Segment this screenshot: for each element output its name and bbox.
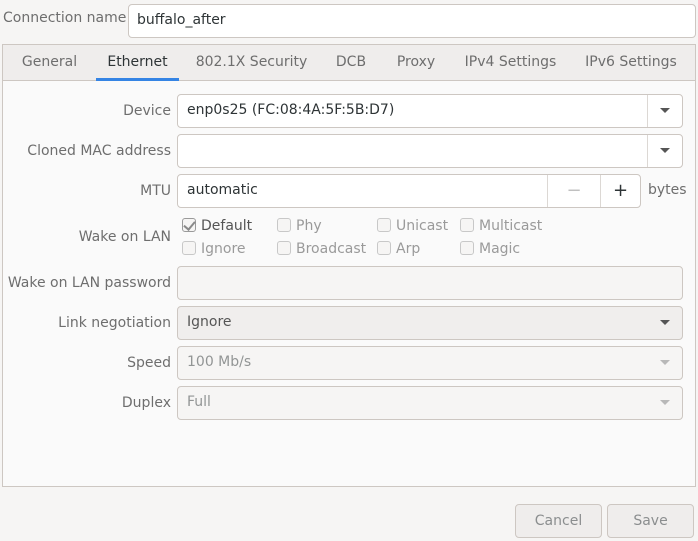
chevron-down-icon[interactable] xyxy=(660,360,670,365)
wol-unicast-label: Unicast xyxy=(396,218,449,234)
tab-ipv4-settings[interactable]: IPv4 Settings xyxy=(454,45,567,81)
wol-phy-label: Phy xyxy=(296,218,322,234)
tab-8021x-security[interactable]: 802.1X Security xyxy=(185,45,318,81)
checkbox-icon xyxy=(460,241,474,255)
checkbox-icon xyxy=(377,241,391,255)
chevron-down-icon[interactable] xyxy=(660,320,670,325)
device-combo[interactable]: enp0s25 (FC:08:4A:5F:5B:D7) xyxy=(177,94,683,128)
mtu-decrement-button[interactable]: − xyxy=(547,175,600,207)
device-value: enp0s25 (FC:08:4A:5F:5B:D7) xyxy=(187,102,395,118)
device-label: Device xyxy=(123,103,171,119)
wol-magic-checkbox[interactable]: Magic xyxy=(460,241,520,257)
wol-password-label: Wake on LAN password xyxy=(7,275,171,291)
combo-separator xyxy=(647,135,648,167)
wol-default-checkbox[interactable]: Default xyxy=(182,218,252,234)
checkbox-icon xyxy=(277,218,291,232)
checkbox-icon xyxy=(460,218,474,232)
tab-proxy[interactable]: Proxy xyxy=(384,45,448,81)
wol-arp-checkbox[interactable]: Arp xyxy=(377,241,420,257)
mtu-value[interactable]: automatic xyxy=(187,182,258,198)
link-negotiation-label: Link negotiation xyxy=(58,315,171,331)
wol-password-input[interactable] xyxy=(177,266,683,300)
mtu-spinbutton[interactable]: automatic − + xyxy=(177,174,641,208)
tab-general[interactable]: General xyxy=(3,45,96,81)
mtu-unit-label: bytes xyxy=(648,182,687,198)
tab-dcb[interactable]: DCB xyxy=(324,45,378,81)
speed-value: 100 Mb/s xyxy=(187,354,252,370)
speed-combo[interactable]: 100 Mb/s xyxy=(177,346,683,380)
wol-ignore-checkbox[interactable]: Ignore xyxy=(182,241,246,257)
speed-label: Speed xyxy=(127,355,171,371)
wol-default-label: Default xyxy=(201,218,253,234)
chevron-down-icon[interactable] xyxy=(660,148,670,153)
duplex-label: Duplex xyxy=(121,395,171,411)
combo-separator xyxy=(647,95,648,127)
chevron-down-icon[interactable] xyxy=(660,400,670,405)
checkbox-icon xyxy=(377,218,391,232)
wol-phy-checkbox[interactable]: Phy xyxy=(277,218,322,234)
wol-unicast-checkbox[interactable]: Unicast xyxy=(377,218,448,234)
chevron-down-icon[interactable] xyxy=(660,108,670,113)
checkbox-icon xyxy=(182,218,196,232)
wol-broadcast-checkbox[interactable]: Broadcast xyxy=(277,241,366,257)
wol-ignore-label: Ignore xyxy=(201,241,246,257)
cloned-mac-combo[interactable] xyxy=(177,134,683,168)
cloned-mac-label: Cloned MAC address xyxy=(27,143,171,159)
wol-broadcast-label: Broadcast xyxy=(296,241,367,257)
connection-name-input[interactable]: buffalo_after xyxy=(128,4,696,38)
duplex-combo[interactable]: Full xyxy=(177,386,683,420)
tab-ipv6-settings[interactable]: IPv6 Settings xyxy=(573,45,689,81)
mtu-label: MTU xyxy=(140,183,171,199)
wake-on-lan-label: Wake on LAN xyxy=(78,229,171,245)
wol-magic-label: Magic xyxy=(479,241,521,257)
connection-name-label: Connection name xyxy=(3,10,127,26)
wol-multicast-checkbox[interactable]: Multicast xyxy=(460,218,542,234)
checkbox-icon xyxy=(277,241,291,255)
cancel-button[interactable]: Cancel xyxy=(515,504,602,538)
checkbox-icon xyxy=(182,241,196,255)
mtu-increment-button[interactable]: + xyxy=(600,175,640,207)
tab-ethernet[interactable]: Ethernet xyxy=(96,45,179,81)
link-negotiation-value: Ignore xyxy=(187,314,232,330)
save-button[interactable]: Save xyxy=(607,504,694,538)
wol-arp-label: Arp xyxy=(396,241,421,257)
link-negotiation-combo[interactable]: Ignore xyxy=(177,306,683,340)
duplex-value: Full xyxy=(187,394,211,410)
wol-multicast-label: Multicast xyxy=(479,218,543,234)
